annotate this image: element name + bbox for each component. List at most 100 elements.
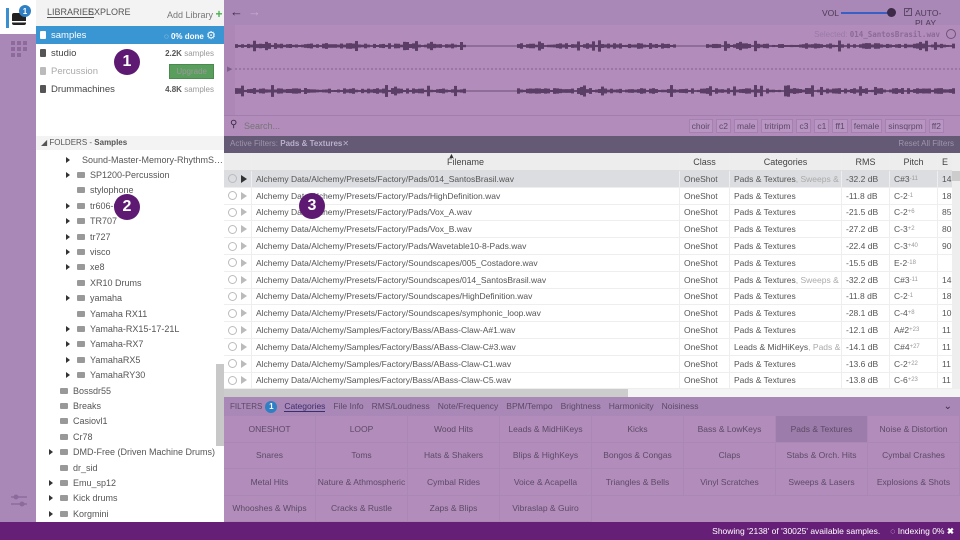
category-cell[interactable]: Nature & Athmospheric xyxy=(316,469,408,496)
filter-tab[interactable]: Harmonicity xyxy=(609,401,654,412)
category-cell[interactable]: Stabs & Orch. Hits xyxy=(776,442,868,469)
category-cell[interactable]: Kicks xyxy=(592,416,684,443)
tree-item[interactable]: Breaks xyxy=(36,398,216,413)
category-cell[interactable]: Bongos & Congas xyxy=(592,442,684,469)
expand-arrow-icon[interactable] xyxy=(66,172,70,179)
category-cell[interactable]: Blips & HighKeys xyxy=(500,442,592,469)
play-icon[interactable] xyxy=(241,309,247,318)
tree-item[interactable]: Yamaha RX11 xyxy=(36,306,216,321)
tree-item[interactable]: Emu_sp12 xyxy=(36,475,216,490)
forward-arrow-icon[interactable]: → xyxy=(248,4,261,19)
select-radio[interactable] xyxy=(228,258,237,268)
table-row[interactable]: Alchemy Data/Alchemy/Presets/Factory/Sou… xyxy=(224,288,952,306)
active-filter-chip[interactable]: Pads & Textures xyxy=(280,139,342,148)
table-horizontal-scrollbar[interactable] xyxy=(224,389,960,397)
expand-arrow-icon[interactable] xyxy=(66,341,70,348)
expand-arrow-icon[interactable] xyxy=(66,295,70,302)
library-drummachines[interactable]: Drummachines 4.8K samples xyxy=(36,80,224,98)
category-cell[interactable]: Explosions & Shots xyxy=(868,469,960,496)
tree-item[interactable]: Bossdr55 xyxy=(36,383,216,398)
tree-item[interactable]: Yamaha-RX7 xyxy=(36,337,216,352)
select-radio[interactable] xyxy=(228,275,237,285)
volume-handle[interactable] xyxy=(887,8,896,17)
search-tag[interactable]: ff2 xyxy=(928,119,944,133)
expand-arrow-icon[interactable] xyxy=(49,479,53,486)
search-tag[interactable]: choir xyxy=(688,119,714,133)
expand-arrow-icon[interactable] xyxy=(66,233,70,240)
filter-tab[interactable]: Brightness xyxy=(561,401,601,412)
expand-arrow-icon[interactable] xyxy=(66,202,70,209)
play-icon[interactable] xyxy=(241,208,247,217)
tree-item[interactable]: xe8 xyxy=(36,260,216,275)
tree-item[interactable]: YamahaRX5 xyxy=(36,352,216,367)
folders-header[interactable]: ◢ FOLDERS - Samples xyxy=(36,136,224,150)
expand-arrow-icon[interactable] xyxy=(66,372,70,379)
tree-item[interactable]: dr_sid xyxy=(36,460,216,475)
select-radio[interactable] xyxy=(228,342,237,352)
autoplay-checkbox[interactable]: ✓ xyxy=(904,8,912,16)
remove-filter-icon[interactable]: ✕ xyxy=(342,139,349,148)
tree-item[interactable]: Casiovl1 xyxy=(36,414,216,429)
back-arrow-icon[interactable]: ← xyxy=(230,4,243,19)
play-icon[interactable] xyxy=(241,275,247,284)
category-cell[interactable]: Vinyl Scratches xyxy=(684,469,776,496)
table-row[interactable]: Alchemy Data/Alchemy/Presets/Factory/Pad… xyxy=(224,187,952,205)
column-rms[interactable]: RMS xyxy=(842,153,890,170)
tree-item[interactable]: SP1200-Percussion xyxy=(36,167,216,182)
tree-item[interactable]: Yamaha-RX15-17-21L xyxy=(36,321,216,336)
waveform[interactable] xyxy=(235,25,960,115)
search-tag[interactable]: tritripm xyxy=(761,119,794,133)
select-radio[interactable] xyxy=(228,207,237,217)
column-pitch[interactable]: Pitch xyxy=(890,153,938,170)
category-cell[interactable]: Triangles & Bells xyxy=(592,469,684,496)
play-icon[interactable] xyxy=(241,258,247,267)
filter-tab[interactable]: Noisiness xyxy=(662,401,699,412)
table-row[interactable]: Alchemy Data/Alchemy/Presets/Factory/Pad… xyxy=(224,221,952,239)
category-cell[interactable]: Voice & Acapella xyxy=(500,469,592,496)
filter-tab[interactable]: RMS/Loudness xyxy=(372,401,430,412)
expand-arrow-icon[interactable] xyxy=(49,495,53,502)
tree-item[interactable]: Sound-Master-Memory-RhythmS… xyxy=(36,152,223,167)
category-cell[interactable]: Noise & Distortion xyxy=(868,416,960,443)
expand-arrow-icon[interactable] xyxy=(66,249,70,256)
select-radio[interactable] xyxy=(228,325,237,335)
expand-arrow-icon[interactable] xyxy=(66,156,70,163)
tree-item[interactable]: Cr78 xyxy=(36,429,216,444)
search-tag[interactable]: c3 xyxy=(796,119,812,133)
search-tag[interactable]: c2 xyxy=(716,119,732,133)
volume-slider[interactable] xyxy=(841,12,891,14)
table-row[interactable]: Alchemy Data/Alchemy/Samples/Factory/Bas… xyxy=(224,355,952,373)
category-cell[interactable]: Vibraslap & Guiro xyxy=(500,495,592,522)
category-cell[interactable]: Cracks & Rustle xyxy=(316,495,408,522)
select-radio[interactable] xyxy=(228,291,237,301)
search-tag[interactable]: sinsqrpm xyxy=(885,119,926,133)
expand-arrow-icon[interactable] xyxy=(66,356,70,363)
expand-arrow-icon[interactable] xyxy=(66,325,70,332)
search-input[interactable] xyxy=(244,119,544,133)
column-e[interactable]: E xyxy=(938,153,952,170)
category-cell[interactable]: Hats & Shakers xyxy=(408,442,500,469)
table-row[interactable]: Alchemy Data/Alchemy/Presets/Factory/Sou… xyxy=(224,305,952,323)
select-radio[interactable] xyxy=(228,359,237,369)
filter-tab[interactable]: Note/Frequency xyxy=(438,401,498,412)
category-cell[interactable]: Metal Hits xyxy=(224,469,316,496)
library-samples[interactable]: samples ◌ 0% done ⚙ xyxy=(36,26,224,44)
tree-item[interactable]: Korgmini xyxy=(36,506,216,521)
play-icon[interactable] xyxy=(241,359,247,368)
play-icon[interactable] xyxy=(241,376,247,385)
search-tag[interactable]: male xyxy=(734,119,759,133)
column-class[interactable]: Class xyxy=(680,153,730,170)
gear-icon[interactable]: ⚙ xyxy=(206,30,216,42)
select-radio[interactable] xyxy=(228,241,237,251)
play-icon[interactable] xyxy=(241,174,247,183)
table-row[interactable]: Alchemy Data/Alchemy/Presets/Factory/Sou… xyxy=(224,254,952,272)
tree-item[interactable]: visco xyxy=(36,244,216,259)
table-row[interactable]: Alchemy Data/Alchemy/Samples/Factory/Bas… xyxy=(224,322,952,339)
search-tag[interactable]: female xyxy=(850,119,883,133)
select-radio[interactable] xyxy=(228,191,237,201)
tree-item[interactable]: Kick drums xyxy=(36,491,216,506)
table-row[interactable]: Alchemy Data/Alchemy/Presets/Factory/Pad… xyxy=(224,204,952,222)
category-cell[interactable]: ONESHOT xyxy=(224,416,316,443)
play-icon[interactable] xyxy=(241,342,247,351)
upgrade-button[interactable]: Upgrade xyxy=(169,63,214,79)
